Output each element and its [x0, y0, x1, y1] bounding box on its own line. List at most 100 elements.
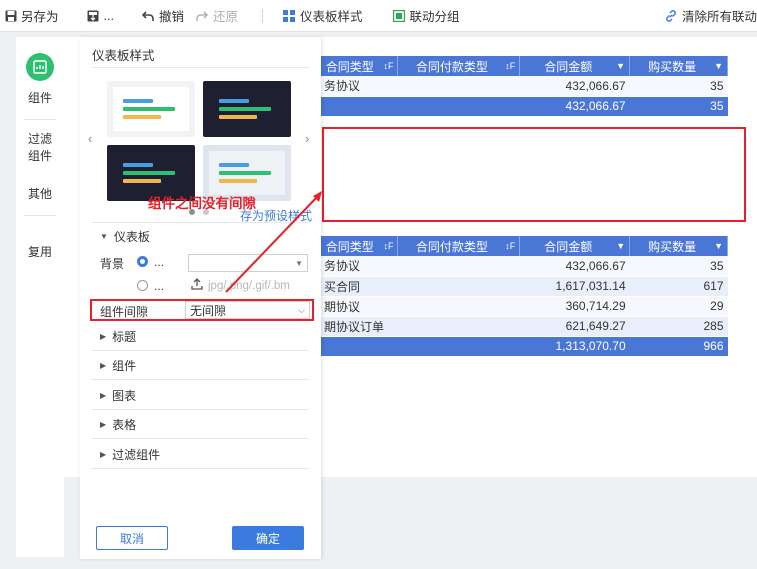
sidebar-item-component[interactable]: 组件: [16, 90, 64, 107]
table-header-cell[interactable]: 合同类型 ↕F: [320, 56, 399, 76]
table-header-cell[interactable]: 购买数量 ▼: [629, 56, 728, 76]
caret-right-icon: ▶: [100, 390, 107, 400]
table-cell: [397, 76, 520, 97]
table-header-cell[interactable]: 合同付款类型 ↕F: [397, 236, 521, 256]
left-sidebar: 组件 过滤 组件 其他 复用: [16, 37, 64, 557]
save-as-button[interactable]: 另存为: [0, 0, 65, 32]
table-header-cell[interactable]: 合同金额 ▼: [519, 56, 631, 76]
carousel-next-icon[interactable]: ›: [305, 131, 309, 146]
bg-color-radio[interactable]: [137, 256, 148, 267]
dropdown-icon[interactable]: ▼: [616, 241, 625, 251]
sidebar-item-label: 过滤: [27, 132, 52, 146]
sidebar-item-label: 其他: [27, 187, 52, 201]
chevron-down-icon: ▼: [295, 258, 303, 268]
table-row[interactable]: 期协议订单 621,649.27 285: [320, 316, 728, 337]
table-cell: [397, 336, 520, 356]
table-cell: 期协议订单: [320, 316, 398, 337]
sidebar-item-reuse[interactable]: 复用: [16, 244, 64, 261]
section-filter-component[interactable]: ▶ 过滤组件: [92, 440, 309, 469]
sort-icon[interactable]: ↕F: [383, 241, 393, 251]
bg-color-select[interactable]: ▼: [188, 254, 308, 272]
sidebar-item-filter[interactable]: 过滤 组件: [16, 131, 64, 165]
linkage-group-label: 联动分组: [409, 10, 460, 24]
sidebar-divider: [24, 215, 56, 216]
sort-icon[interactable]: ↕F: [505, 61, 515, 71]
save-as-label: 另存为: [21, 10, 59, 24]
table-cell: 432,066.67: [519, 96, 630, 116]
linkage-group-button[interactable]: 联动分组: [386, 0, 465, 32]
sidebar-divider: [24, 119, 56, 120]
table-header-cell[interactable]: 合同付款类型 ↕F: [397, 56, 521, 76]
undo-button[interactable]: 撤销: [136, 0, 190, 32]
bg-option2-label: ...: [154, 279, 165, 293]
add-component-icon[interactable]: [26, 53, 54, 81]
section-label: 仪表板: [113, 230, 150, 244]
cancel-button[interactable]: 取消: [96, 526, 168, 550]
sidebar-item-other[interactable]: 其他: [16, 186, 64, 203]
caret-right-icon: ▶: [100, 360, 107, 370]
upload-icon[interactable]: [191, 278, 203, 293]
section-component[interactable]: ▶ 组件: [92, 351, 309, 380]
table-row[interactable]: 期协议 360,714.29 29: [320, 296, 728, 317]
sidebar-item-label: 组件: [27, 91, 52, 105]
table-row[interactable]: 务协议 432,066.67 35: [320, 76, 728, 97]
table-header-cell[interactable]: 合同金额 ▼: [519, 236, 631, 256]
sort-icon[interactable]: ↕F: [505, 241, 515, 251]
bg-option1-label: ...: [154, 255, 165, 269]
table-widget-top[interactable]: 合同类型 ↕F 合同付款类型 ↕F 合同金额 ▼ 购买数量 ▼ 务协议 432,066.…: [320, 56, 728, 116]
annotation-note: 组件之间没有间隙: [148, 196, 256, 211]
caret-right-icon: ▶: [100, 419, 107, 429]
table-row[interactable]: 买合同 1,617,031.14 617: [320, 276, 728, 297]
section-label: 图表: [112, 388, 137, 403]
table-cell: 1,617,031.14: [519, 276, 630, 297]
dashboard-style-button[interactable]: 仪表板样式: [277, 0, 369, 32]
table-header-row: 合同类型 ↕F 合同付款类型 ↕F 合同金额 ▼ 购买数量 ▼: [320, 56, 728, 76]
table-cell: [397, 296, 520, 317]
caret-right-icon: ▶: [100, 449, 107, 459]
table-cell: 360,714.29: [519, 296, 630, 317]
confirm-button[interactable]: 确定: [232, 526, 304, 550]
dropdown-icon[interactable]: ▼: [714, 241, 723, 251]
table-cell: 35: [629, 256, 728, 277]
table-row[interactable]: 务协议 432,066.67 35: [320, 256, 728, 277]
table-cell: [397, 276, 520, 297]
panel-divider: [92, 67, 309, 68]
section-title[interactable]: ▶ 标题: [92, 322, 309, 351]
theme-preset-light[interactable]: [107, 81, 195, 137]
dropdown-icon[interactable]: ▼: [616, 61, 625, 71]
more-button[interactable]: ...: [81, 0, 120, 32]
table-widget-bottom[interactable]: 合同类型 ↕F 合同付款类型 ↕F 合同金额 ▼ 购买数量 ▼ 务协议 432,066.…: [320, 236, 728, 356]
clear-linkage-label: 清除所有联动: [681, 10, 757, 24]
table-cell: 621,649.27: [519, 316, 630, 337]
caret-down-icon: ▼: [100, 232, 108, 241]
sidebar-item-label: 组件: [27, 149, 52, 163]
bg-image-radio[interactable]: [137, 280, 148, 291]
table-cell: [320, 96, 398, 116]
table-cell: 966: [629, 336, 728, 356]
redo-label: 还原: [212, 10, 238, 24]
clear-linkage-button[interactable]: 清除所有联动: [659, 0, 757, 32]
table-cell: [397, 256, 520, 277]
table-cell: 285: [629, 316, 728, 337]
table-cell: 35: [629, 76, 728, 97]
undo-label: 撤销: [158, 10, 184, 24]
more-label: ...: [103, 8, 114, 23]
table-cell: 432,066.67: [519, 256, 630, 277]
linkage-group-icon: [392, 9, 405, 22]
theme-preset-dark[interactable]: [203, 81, 291, 137]
redo-button[interactable]: 还原: [190, 0, 244, 32]
table-header-cell[interactable]: 合同类型 ↕F: [320, 236, 399, 256]
sort-icon[interactable]: ↕F: [383, 61, 393, 71]
background-label: 背景: [100, 257, 125, 271]
section-table[interactable]: ▶ 表格: [92, 410, 309, 439]
dropdown-icon[interactable]: ▼: [714, 61, 723, 71]
table-cell: 617: [629, 276, 728, 297]
section-dashboard[interactable]: ▼ 仪表板: [92, 222, 309, 251]
carousel-prev-icon[interactable]: ‹: [88, 131, 92, 146]
table-header-cell[interactable]: 购买数量 ▼: [629, 236, 728, 256]
table-total-row: 432,066.67 35: [320, 96, 728, 116]
section-chart[interactable]: ▶ 图表: [92, 381, 309, 410]
table-cell: 务协议: [320, 256, 398, 277]
grid-style-icon: [283, 9, 296, 22]
upload-hint: jpg/.png/.gif/.bm: [208, 280, 290, 292]
